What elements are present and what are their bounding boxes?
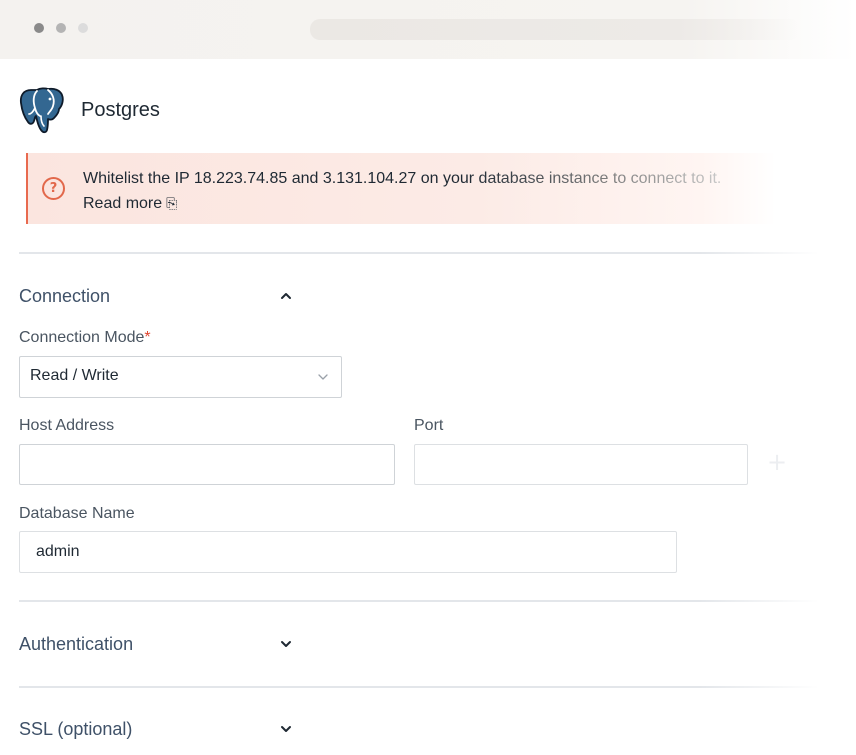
chevron-down-icon: [281, 641, 291, 647]
connection-mode-label: Connection Mode*: [19, 328, 151, 348]
connection-section-toggle[interactable]: Connection: [19, 283, 299, 309]
external-link-icon: ⎘: [166, 195, 178, 211]
chevron-down-icon: [281, 726, 291, 732]
page-header: Postgres: [19, 86, 160, 134]
window-minimize-dot[interactable]: [56, 23, 66, 33]
port-input[interactable]: [414, 444, 748, 485]
connection-mode-label-text: Connection Mode: [19, 329, 145, 346]
section-divider: [19, 686, 819, 688]
port-label: Port: [414, 417, 444, 434]
postgres-elephant-icon: [19, 87, 64, 134]
alert-text: Whitelist the IP 18.223.74.85 and 3.131.…: [83, 167, 773, 216]
window-titlebar: [0, 0, 856, 59]
window-maximize-dot[interactable]: [78, 23, 88, 33]
section-divider: [19, 252, 819, 254]
read-more-link[interactable]: Read more ⎘: [83, 195, 177, 212]
page-title: Postgres: [81, 98, 160, 121]
authentication-section-toggle[interactable]: Authentication: [19, 631, 299, 657]
authentication-section-title: Authentication: [19, 634, 134, 654]
read-more-label: Read more: [83, 195, 163, 212]
ssl-section-title: SSL (optional): [19, 719, 133, 739]
window-close-dot[interactable]: [34, 23, 44, 33]
address-bar[interactable]: [310, 19, 800, 40]
question-circle-icon: ?: [42, 177, 65, 200]
database-name-input[interactable]: [19, 531, 677, 573]
ssl-section-toggle[interactable]: SSL (optional): [19, 716, 299, 742]
connection-section-title: Connection: [19, 286, 111, 306]
host-address-label: Host Address: [19, 417, 115, 434]
database-name-label: Database Name: [19, 505, 135, 522]
whitelist-alert: ? Whitelist the IP 18.223.74.85 and 3.13…: [26, 153, 776, 224]
chevron-down-icon: [318, 374, 328, 380]
section-divider: [19, 600, 819, 602]
alert-message: Whitelist the IP 18.223.74.85 and 3.131.…: [83, 170, 722, 187]
connection-mode-select[interactable]: Read / Write: [19, 356, 342, 398]
host-address-input[interactable]: [19, 444, 395, 485]
required-asterisk: *: [144, 329, 151, 346]
connection-mode-value: Read / Write: [30, 367, 119, 384]
chevron-up-icon: [281, 293, 291, 299]
plus-icon[interactable]: +: [767, 450, 787, 474]
